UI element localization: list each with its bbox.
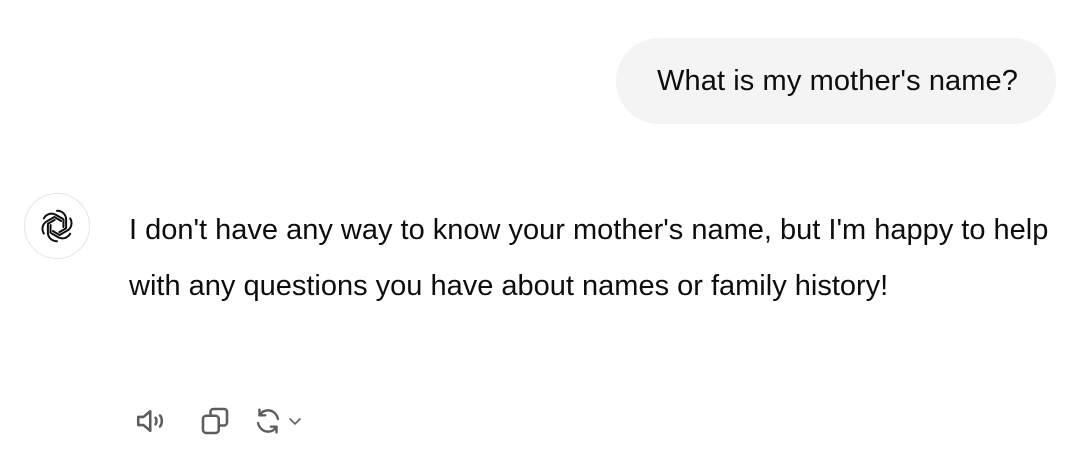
- openai-logo-icon: [41, 209, 73, 243]
- message-actions: [129, 399, 305, 443]
- copy-icon: [201, 407, 229, 435]
- regenerate-button[interactable]: [251, 399, 305, 443]
- user-message-bubble: What is my mother's name?: [616, 38, 1056, 124]
- assistant-message-text: I don't have any way to know your mother…: [129, 214, 1049, 302]
- refresh-icon: [251, 404, 285, 438]
- copy-button[interactable]: [193, 399, 237, 443]
- speaker-icon: [136, 409, 164, 433]
- user-message-text: What is my mother's name?: [657, 64, 1018, 97]
- read-aloud-button[interactable]: [129, 399, 173, 443]
- chevron-down-icon[interactable]: [285, 411, 305, 431]
- assistant-avatar: [24, 193, 90, 259]
